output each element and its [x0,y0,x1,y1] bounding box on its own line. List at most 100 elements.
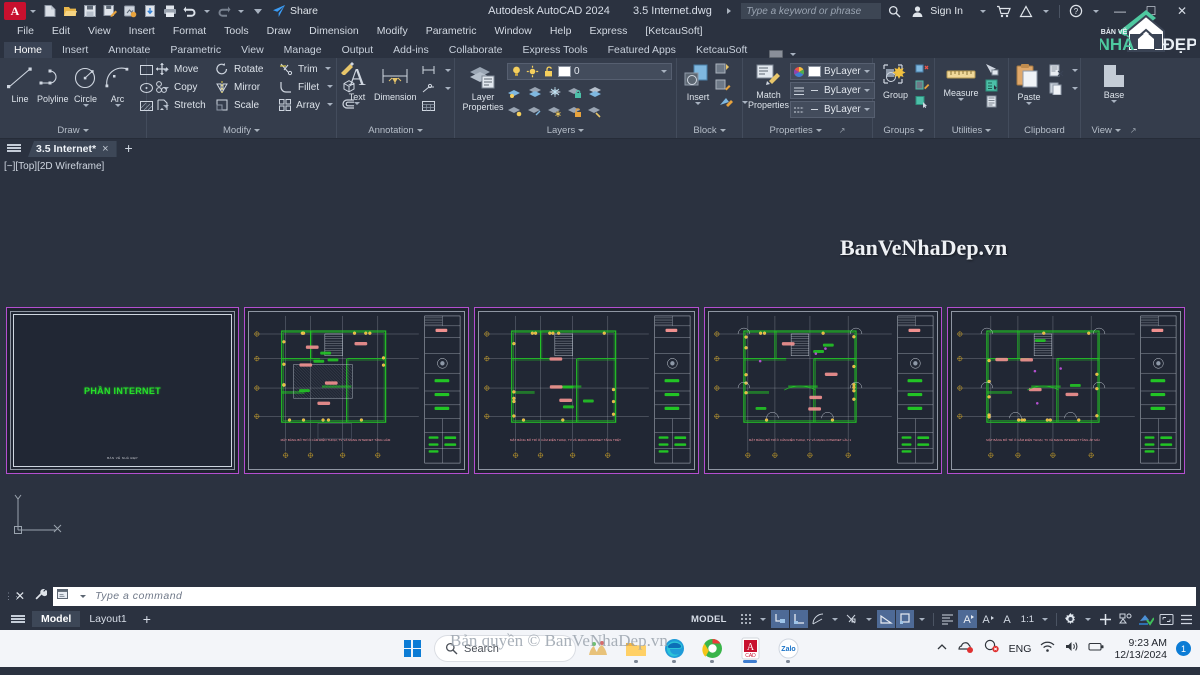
autodesk-logo-icon[interactable] [1017,2,1035,20]
osnap-icon[interactable] [843,610,861,628]
tab-parametric[interactable]: Parametric [160,42,231,58]
tab-add-ins[interactable]: Add-ins [383,42,439,58]
group-button[interactable]: Group [877,61,914,102]
quick-select-icon[interactable] [983,61,999,77]
properties-dialog-launcher[interactable]: ↗ [839,126,846,135]
tab-ketcausoft[interactable]: KetcauSoft [686,42,757,58]
polar-dropdown-icon[interactable] [831,617,838,621]
annotation-text-button[interactable]: A Text [341,61,373,107]
layer-freeze-icon[interactable] [547,84,563,100]
workspace-swatch-icon[interactable] [769,50,784,58]
leader-dropdown-icon[interactable] [444,86,451,90]
tab-collaborate[interactable]: Collaborate [439,42,513,58]
plot-preview-icon[interactable] [121,2,139,20]
menu-item-ketcausoft[interactable]: [KetcauSoft] [636,25,711,37]
command-input[interactable]: Type a command [53,586,1196,606]
match-properties-button[interactable]: Match Properties [747,61,790,112]
layer-thaw-icon[interactable] [547,103,563,119]
layer-match-icon[interactable] [587,103,603,119]
properties-panel-expand-icon[interactable] [815,129,822,132]
document-tab-internet[interactable]: 3.5 Internet* × [28,141,117,157]
grid-dropdown-icon[interactable] [759,617,766,621]
group-edit-icon[interactable] [914,77,930,93]
scale-dropdown-icon[interactable] [1042,617,1048,621]
help-dropdown-icon[interactable] [1093,9,1099,13]
menu-item-window[interactable]: Window [485,25,540,37]
layer-dropdown-icon[interactable] [661,70,667,73]
space-toggle[interactable]: MODEL [682,612,736,627]
save-icon[interactable] [81,2,99,20]
menu-item-modify[interactable]: Modify [368,25,417,37]
measure-dropdown-icon[interactable] [958,98,964,101]
saveas-icon[interactable] [101,2,119,20]
menu-item-format[interactable]: Format [164,25,215,37]
menu-item-draw[interactable]: Draw [258,25,301,37]
tab-manage[interactable]: Manage [274,42,332,58]
drawing-canvas[interactable]: [−][Top][2D Wireframe] PHẦN INTERNET BẢN… [0,157,1200,584]
quick-calc-icon[interactable] [983,77,999,93]
command-line-grip[interactable]: ⋮⋮ [4,591,21,600]
undo-dropdown-icon[interactable] [204,9,210,13]
modify-stretch-button[interactable]: Stretch [151,96,211,114]
create-block-icon[interactable] [715,61,731,77]
menu-item-insert[interactable]: Insert [120,25,164,37]
sheet-floor1[interactable]: MẶT BẰNG BỐ TRÍ Ổ CẮM ĐIỆN THOẠI, TV VÀ … [704,307,942,474]
layout-menu-icon[interactable] [4,610,32,628]
layer-make-current-icon[interactable] [587,84,603,100]
autocad-icon[interactable]: A CAD [735,634,765,664]
id-point-icon[interactable] [983,93,999,109]
app-menu-icon[interactable] [0,139,28,157]
sign-in-dropdown-icon[interactable] [980,9,986,13]
chrome-beta-icon[interactable] [697,634,727,664]
menu-item-edit[interactable]: Edit [43,25,79,37]
circle-dropdown-icon[interactable] [82,104,89,107]
base-dropdown-icon[interactable] [1111,100,1117,103]
utilities-panel-expand-icon[interactable] [985,129,992,132]
cut-dropdown-icon[interactable] [1072,68,1078,72]
property-color-combo[interactable]: ByLayer [790,63,875,80]
linear-dim-dropdown-icon[interactable] [444,68,451,72]
cut-button[interactable] [1045,61,1085,79]
layer-lock-icon[interactable] [567,84,583,100]
layers-panel-expand-icon[interactable] [578,129,585,132]
print-icon[interactable] [161,2,179,20]
annotation-panel-expand-icon[interactable] [416,129,423,132]
sign-in-label[interactable]: Sign In [930,5,963,17]
property-linetype-combo[interactable]: ByLayer [790,101,875,118]
menu-item-file[interactable]: File [8,25,43,37]
redo-icon[interactable] [215,2,233,20]
draw-polyline-button[interactable]: Polyline [36,61,70,106]
search-icon[interactable] [885,2,903,20]
isolate-objects-icon[interactable] [1116,610,1135,628]
menu-item-express[interactable]: Express [580,25,636,37]
modify-rotate-button[interactable]: Rotate [211,60,275,78]
otrack-icon[interactable] [876,610,895,628]
annotation-scale-change-icon[interactable]: A [978,610,997,628]
windows-start-icon[interactable] [397,634,427,664]
annotation-visibility-icon[interactable] [938,610,957,628]
annotation-dimension-button[interactable]: Dimension [373,61,418,104]
zalo-icon[interactable]: Zalo [773,634,803,664]
modify-scale-button[interactable]: Scale [211,96,275,114]
redo-dropdown-icon[interactable] [238,9,244,13]
view-dialog-launcher[interactable]: ↗ [1130,126,1137,135]
ribbon-options-dropdown-icon[interactable] [790,52,797,56]
layer-selector[interactable]: 0 [507,63,672,80]
customization-plus-icon[interactable] [1096,610,1115,628]
edit-block-icon[interactable] [715,77,731,93]
sheet-ground[interactable]: MẶT BẰNG BỐ TRÍ Ổ CẮM ĐIỆN THOẠI, TV VÀ … [474,307,699,474]
modify-panel-expand-icon[interactable] [253,129,260,132]
share-button[interactable]: Share [272,4,318,18]
paste-button[interactable]: Paste [1013,61,1045,107]
layer-properties-button[interactable]: Layer Properties [459,61,507,114]
qat-more-icon[interactable] [254,8,262,14]
polar-icon[interactable] [809,610,827,628]
grid-icon[interactable] [737,610,755,628]
measure-button[interactable]: Measure [939,61,983,103]
trim-dropdown-icon[interactable] [325,67,331,70]
tab-insert[interactable]: Insert [52,42,98,58]
workspace-dropdown-icon[interactable] [1085,617,1091,621]
groups-panel-expand-icon[interactable] [917,129,924,132]
tab-output[interactable]: Output [332,42,384,58]
draw-arc-button[interactable]: Arc [102,61,134,109]
